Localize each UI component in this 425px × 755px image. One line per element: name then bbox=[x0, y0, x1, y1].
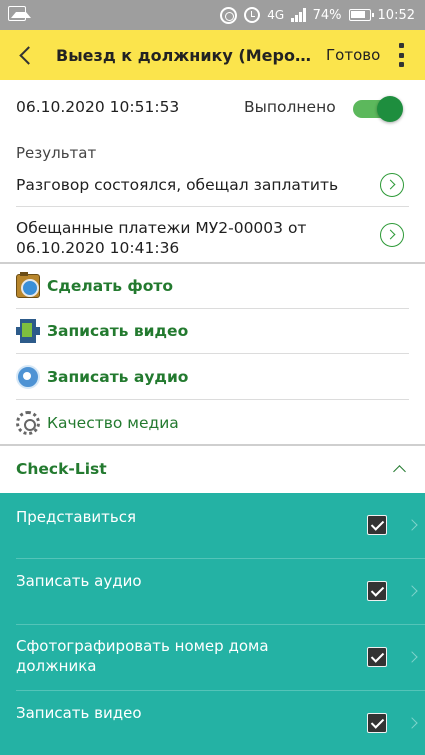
result-value[interactable]: Разговор состоялся, обещал заплатить bbox=[16, 176, 409, 194]
divider bbox=[16, 206, 409, 207]
checklist-panel: Представиться Записать аудио Сфотографир… bbox=[0, 493, 425, 755]
record-video-button[interactable]: Записать видео bbox=[16, 309, 409, 353]
media-quality-button[interactable]: Качество медиа bbox=[16, 401, 409, 445]
take-photo-button[interactable]: Сделать фото bbox=[16, 264, 409, 308]
checklist-header[interactable]: Check-List bbox=[0, 445, 425, 493]
checkbox[interactable] bbox=[367, 647, 387, 667]
page-title: Выезд к должнику (Мероприятие) bbox=[56, 45, 314, 65]
battery-percent: 74% bbox=[312, 7, 342, 23]
divider bbox=[16, 399, 409, 400]
toggle-knob bbox=[377, 96, 403, 122]
status-icons: 4G 74% 10:52 bbox=[220, 6, 415, 24]
gallery-notification-icon bbox=[8, 6, 31, 21]
checklist-item-label: Записать аудио bbox=[16, 572, 142, 590]
media-quality-label: Качество медиа bbox=[47, 414, 179, 432]
sync-icon bbox=[220, 6, 238, 24]
completed-label: Выполнено bbox=[244, 98, 336, 116]
signal-icon bbox=[291, 8, 306, 22]
chevron-right-icon[interactable] bbox=[406, 651, 418, 663]
chevron-up-icon[interactable] bbox=[393, 465, 406, 478]
checklist-item[interactable]: Записать аудио bbox=[0, 559, 425, 624]
checklist-item-label: Представиться bbox=[16, 508, 137, 526]
checklist-item[interactable]: Сфотографировать номер дома должника bbox=[0, 625, 425, 690]
chevron-right-icon[interactable] bbox=[406, 717, 418, 729]
film-icon bbox=[16, 319, 40, 343]
more-menu-icon[interactable] bbox=[398, 43, 404, 67]
status-bar: 4G 74% 10:52 bbox=[0, 0, 425, 30]
chevron-right-icon[interactable] bbox=[380, 223, 404, 247]
take-photo-label: Сделать фото bbox=[47, 277, 174, 295]
completed-toggle[interactable] bbox=[353, 94, 403, 122]
result-section-label: Результат bbox=[16, 144, 97, 162]
chevron-right-icon[interactable] bbox=[406, 585, 418, 597]
checkbox[interactable] bbox=[367, 515, 387, 535]
checklist-item[interactable]: Записать видео bbox=[0, 691, 425, 755]
divider bbox=[16, 353, 409, 354]
checklist-item[interactable]: Представиться bbox=[0, 493, 425, 558]
record-audio-button[interactable]: Записать аудио bbox=[16, 355, 409, 399]
checklist-title: Check-List bbox=[16, 460, 107, 478]
record-video-label: Записать видео bbox=[47, 322, 189, 340]
record-audio-label: Записать аудио bbox=[47, 368, 189, 386]
audio-icon bbox=[16, 365, 40, 389]
event-datetime-field[interactable]: 06.10.2020 10:51:53 bbox=[16, 98, 409, 116]
done-button[interactable]: Готово bbox=[326, 46, 380, 64]
clock: 10:52 bbox=[377, 7, 415, 23]
checklist-item-label: Записать видео bbox=[16, 704, 142, 722]
back-arrow-icon[interactable] bbox=[0, 30, 44, 80]
checkbox[interactable] bbox=[367, 581, 387, 601]
chevron-right-icon[interactable] bbox=[406, 519, 418, 531]
app-bar: Выезд к должнику (Мероприятие) Готово bbox=[0, 30, 425, 80]
checklist-item-label: Сфотографировать номер дома должника bbox=[16, 637, 269, 675]
form-content[interactable]: 06.10.2020 10:51:53 Выполнено Результат … bbox=[0, 80, 425, 755]
checkbox[interactable] bbox=[367, 713, 387, 733]
camera-icon bbox=[16, 272, 40, 298]
gear-icon bbox=[16, 411, 40, 435]
network-type: 4G bbox=[267, 8, 285, 22]
battery-icon bbox=[348, 9, 374, 21]
alarm-icon bbox=[244, 7, 261, 23]
promised-payment-value[interactable]: Обещанные платежи МУ2-00003 от 06.10.202… bbox=[16, 218, 366, 258]
chevron-right-icon[interactable] bbox=[380, 173, 404, 197]
